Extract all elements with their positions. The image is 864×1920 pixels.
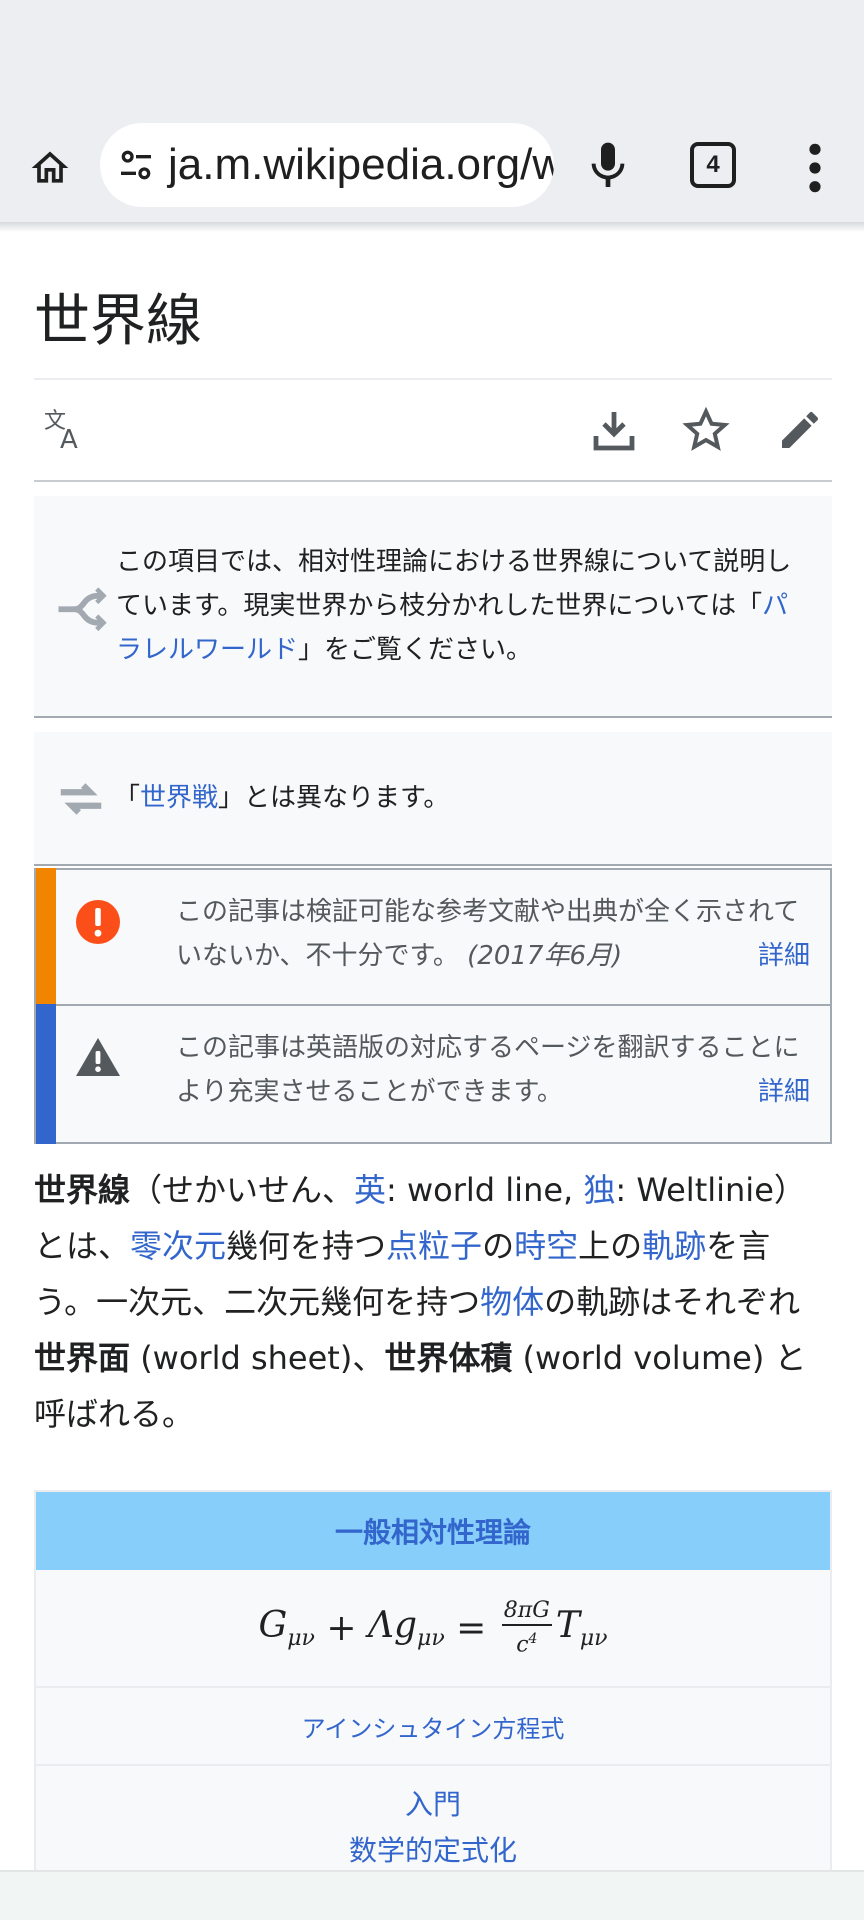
home-button[interactable] — [22, 140, 78, 196]
spacetime-link[interactable]: 時空 — [514, 1227, 578, 1265]
language-icon[interactable]: 文 A — [42, 406, 90, 454]
navbox-general-relativity: 一般相対性理論 Gμν + Λgμν = 8πG c4 Tμν アインシュタイン方程… — [34, 1490, 832, 1876]
hatnote-text-before: この項目では、相対性理論における世界線について説明しています。現実世界から枝分か… — [116, 547, 792, 621]
einstein-equation: Gμν + Λgμν = 8πG c4 Tμν — [36, 1570, 830, 1688]
notice-text: この記事は検証可能な参考文献や出典が全く示されていないか、不十分です。 (201… — [176, 890, 810, 978]
hatnote-text-before: 「 — [114, 783, 141, 813]
mathematical-formulation-link[interactable]: 数学的定式化 — [36, 1828, 830, 1874]
tab-switcher-button[interactable]: 4 — [690, 142, 736, 188]
notice-details-link[interactable]: 詳細 — [758, 1070, 810, 1114]
notice-translation: この記事は英語版の対応するページを翻訳することにより充実させることができます。 … — [34, 1004, 832, 1144]
lead-text: (world sheet)、 — [130, 1339, 385, 1377]
lead-term: 世界体積 — [384, 1339, 513, 1377]
notice-references: この記事は検証可能な参考文献や出典が全く示されていないか、不十分です。 (201… — [34, 868, 832, 1006]
trajectory-link[interactable]: 軌跡 — [642, 1227, 706, 1265]
lead-text: 上の — [578, 1227, 643, 1265]
lead-text: の — [482, 1227, 515, 1265]
home-icon — [31, 151, 69, 183]
hatnote-disambiguation: この項目では、相対性理論における世界線について説明しています。現実世界から枝分か… — [34, 496, 832, 718]
swap-arrows-icon — [60, 783, 102, 815]
sekaisen-link[interactable]: 世界戦 — [140, 783, 218, 813]
lead-term: 世界面 — [34, 1339, 131, 1377]
lead-text: 幾何を持つ — [226, 1227, 387, 1265]
hatnote-text-after: 」とは異なります。 — [218, 783, 450, 813]
edit-icon[interactable] — [776, 406, 824, 454]
status-bar — [0, 0, 864, 110]
star-icon[interactable] — [682, 406, 730, 454]
einstein-equations-link[interactable]: アインシュタイン方程式 — [36, 1688, 830, 1766]
zero-dimension-link[interactable]: 零次元 — [130, 1227, 226, 1265]
svg-text:A: A — [60, 425, 78, 454]
disambiguation-icon — [58, 587, 107, 632]
hatnote-text: 「世界戦」とは異なります。 — [114, 776, 802, 820]
hatnote-text: この項目では、相対性理論における世界線について説明しています。現実世界から枝分か… — [116, 540, 802, 672]
lead-paragraph: 世界線（せかいせん、英: world line, 独: Weltlinie）とは… — [34, 1162, 832, 1442]
lead-text: の軌跡はそれぞれ — [544, 1283, 801, 1321]
site-settings-icon[interactable] — [116, 145, 156, 185]
notice-message: この記事は英語版の対応するページを翻訳することにより充実させることができます。 — [176, 1033, 800, 1107]
lead-term: 世界線 — [34, 1171, 131, 1209]
more-options-icon[interactable] — [800, 140, 830, 196]
download-icon[interactable] — [590, 406, 638, 454]
object-link[interactable]: 物体 — [480, 1283, 544, 1321]
article-page: 世界線 文 A この項目では、相対性理論における世界線について説明しています。現… — [34, 232, 832, 1876]
german-link[interactable]: 独 — [583, 1171, 615, 1209]
page-title: 世界線 — [34, 232, 832, 380]
address-bar[interactable]: ja.m.wikipedia.org/w — [100, 123, 554, 207]
lead-text: （せかいせん、 — [130, 1171, 355, 1209]
notice-color-bar — [36, 1004, 56, 1144]
notice-color-bar — [36, 868, 56, 1006]
toolbar-divider — [0, 222, 864, 232]
introduction-link[interactable]: 入門 — [36, 1782, 830, 1828]
notice-details-link[interactable]: 詳細 — [758, 934, 810, 978]
hatnote-text-after: 」をご覧ください。 — [298, 635, 533, 665]
url-text[interactable]: ja.m.wikipedia.org/w — [168, 123, 554, 207]
exclamation-icon — [76, 900, 120, 944]
point-particle-link[interactable]: 点粒子 — [386, 1227, 482, 1265]
microphone-icon[interactable] — [580, 138, 636, 194]
browser-toolbar: ja.m.wikipedia.org/w 4 — [0, 110, 864, 222]
hatnote-distinguish: 「世界戦」とは異なります。 — [34, 732, 832, 866]
bottom-bar — [0, 1870, 864, 1920]
tab-count: 4 — [706, 151, 720, 178]
navbox-links: 入門 数学的定式化 — [36, 1766, 830, 1874]
notice-date: (2017年6月) — [467, 941, 623, 971]
lead-text: : world line, — [386, 1171, 584, 1209]
warning-icon — [76, 1038, 120, 1076]
page-actions-bar: 文 A — [34, 380, 832, 482]
english-link[interactable]: 英 — [354, 1171, 386, 1209]
notice-text: この記事は英語版の対応するページを翻訳することにより充実させることができます。 — [176, 1026, 810, 1114]
navbox-heading[interactable]: 一般相対性理論 — [36, 1492, 830, 1570]
